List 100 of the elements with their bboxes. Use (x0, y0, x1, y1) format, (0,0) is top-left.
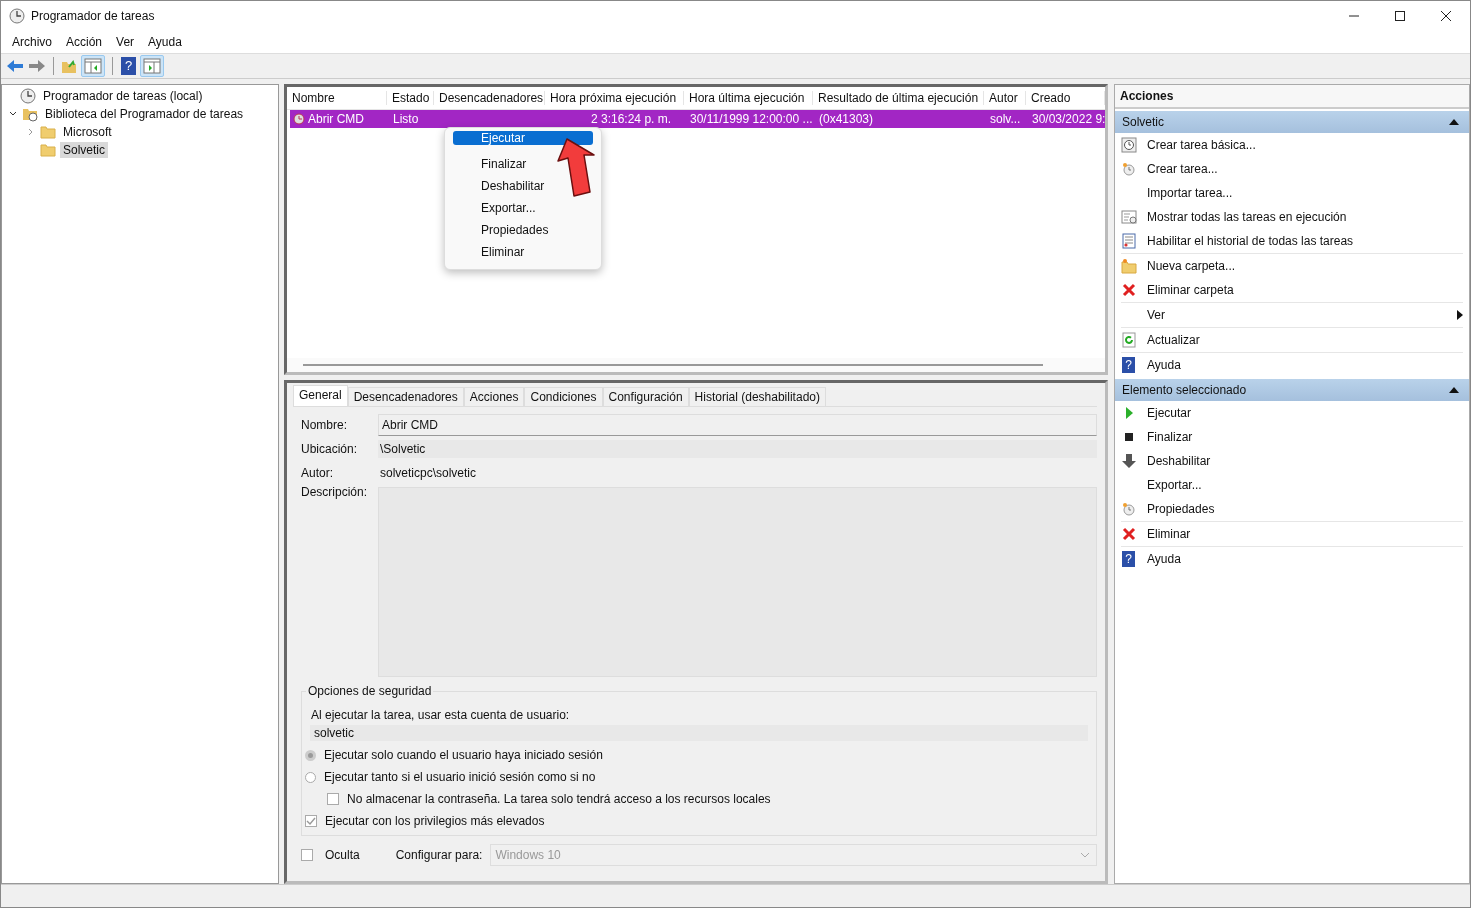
column-header[interactable]: Hora próxima ejecución (545, 91, 684, 105)
context-menu-item[interactable]: Exportar... (453, 197, 593, 219)
chevron-down-icon (1080, 852, 1090, 858)
close-icon[interactable] (1440, 10, 1452, 22)
name-field[interactable]: Abrir CMD (378, 414, 1097, 436)
column-header[interactable]: Estado (387, 91, 434, 105)
folder-icon (40, 142, 56, 158)
column-header[interactable]: Hora última ejecución (684, 91, 813, 105)
table-cell: 30/03/2022 9: (1032, 112, 1106, 126)
option-label: Ejecutar solo cuando el usuario haya iniciado sesión (324, 748, 603, 762)
menu-item[interactable]: Ver (109, 35, 142, 49)
down-arrow-icon (1121, 453, 1137, 469)
action-item[interactable]: Mostrar todas las tareas en ejecución (1147, 210, 1463, 224)
column-header[interactable]: Autor (984, 91, 1026, 105)
radio-button[interactable] (305, 749, 316, 761)
clock-icon (1121, 501, 1137, 517)
action-item[interactable]: Ejecutar (1147, 406, 1463, 420)
clock-icon (1121, 161, 1137, 177)
panel-icon[interactable] (81, 55, 105, 77)
tree-item[interactable]: Programador de tareas (local) (40, 88, 206, 104)
maximize-icon[interactable] (1394, 10, 1406, 22)
section-title: Elemento seleccionado (1122, 383, 1247, 397)
column-header[interactable]: Desencadenadores (434, 91, 545, 105)
section-header[interactable]: Elemento seleccionado (1115, 379, 1469, 401)
option-label: Ejecutar tanto si el usuario inició sesión como si no (324, 770, 596, 784)
scrollbar-thumb[interactable] (303, 364, 1043, 366)
checkbox[interactable] (301, 849, 313, 861)
task-row[interactable]: Abrir CMD Listo 2 3:16:24 p. m. 30/11/1999 12:00:00 ... (0x41303) solv... 30/03/2022 9: (290, 110, 1105, 128)
action-item[interactable]: Crear tarea... (1147, 162, 1463, 176)
action-item[interactable]: Actualizar (1147, 333, 1463, 347)
action-item[interactable]: Ver (1147, 308, 1447, 322)
tree-item[interactable]: Biblioteca del Programador de tareas (42, 106, 247, 122)
table-cell: (0x41303) (819, 112, 874, 126)
option-label: No almacenar la contraseña. La tarea solo tendrá acceso a los recursos locales (347, 792, 771, 806)
context-menu-item[interactable]: Propiedades (453, 219, 593, 241)
folder-up-icon[interactable] (61, 58, 77, 74)
menu-item[interactable]: Ayuda (141, 35, 189, 49)
tab[interactable]: Historial (deshabilitado) (688, 387, 826, 406)
checkbox[interactable] (305, 815, 317, 827)
action-item[interactable]: Nueva carpeta... (1147, 259, 1463, 273)
pane-header: Acciones (1115, 85, 1469, 109)
location-field: \Solvetic (378, 440, 1097, 458)
action-item[interactable]: Finalizar (1147, 430, 1463, 444)
collapse-arrow-icon[interactable] (1449, 119, 1459, 125)
tab[interactable]: Desencadenadores (347, 387, 464, 406)
action-item[interactable]: Eliminar carpeta (1147, 283, 1463, 297)
tab[interactable]: Condiciones (524, 387, 603, 406)
delete-icon (1121, 526, 1137, 542)
folder-clock-icon (22, 106, 38, 122)
tree-item[interactable]: Solvetic (60, 142, 109, 158)
tab[interactable]: Acciones (463, 387, 525, 406)
section-header[interactable]: Solvetic (1115, 111, 1469, 133)
action-item[interactable]: Exportar... (1147, 478, 1463, 492)
back-arrow-icon[interactable] (6, 59, 24, 73)
delete-icon (1121, 282, 1137, 298)
action-item[interactable]: Deshabilitar (1147, 454, 1463, 468)
action-item[interactable]: Propiedades (1147, 502, 1463, 516)
context-menu-item[interactable]: Ejecutar (453, 131, 593, 145)
checkbox[interactable] (327, 793, 339, 805)
account-label: Al ejecutar la tarea, usar esta cuenta de usuario: (310, 708, 571, 722)
table-cell: 30/11/1999 12:00:00 ... (690, 112, 813, 126)
field-label: Ubicación: (301, 442, 359, 456)
account-field: solvetic (310, 725, 1088, 741)
help-icon: ? (1122, 357, 1135, 373)
context-menu-item[interactable]: Deshabilitar (453, 175, 593, 197)
author-value: solveticpc\solvetic (379, 466, 477, 480)
action-item[interactable]: Eliminar (1147, 527, 1463, 541)
submenu-arrow-icon (1457, 310, 1463, 320)
option-label: Oculta (325, 848, 360, 862)
menu-item[interactable]: Acción (59, 35, 110, 49)
action-item[interactable]: Importar tarea... (1147, 186, 1463, 200)
menu-item[interactable]: Archivo (5, 35, 59, 49)
table-cell: solv... (990, 112, 1021, 126)
table-cell-text: 2 3:16:24 p. m. (590, 112, 672, 126)
column-header[interactable]: Nombre (287, 91, 387, 105)
action-item[interactable]: Habilitar el historial de todas las tareas (1147, 234, 1463, 248)
help-icon[interactable]: ? (121, 57, 136, 75)
radio-button[interactable] (305, 771, 316, 783)
tab[interactable]: Configuración (602, 387, 689, 406)
field-label: Autor: (301, 466, 334, 480)
tab[interactable]: General (293, 385, 348, 406)
column-header[interactable]: Creado (1026, 91, 1105, 105)
panel-icon[interactable] (140, 55, 164, 77)
forward-arrow-icon[interactable] (28, 59, 46, 73)
table-cell: Abrir CMD (308, 112, 364, 126)
collapse-arrow-icon[interactable] (1449, 387, 1459, 393)
action-item[interactable]: Ayuda (1147, 358, 1463, 372)
context-menu-item[interactable]: Eliminar (453, 241, 593, 263)
clock-icon (9, 8, 25, 24)
context-menu-item[interactable]: Finalizar (453, 153, 593, 175)
refresh-icon (1121, 332, 1137, 348)
option-label: Ejecutar con los privilegios más elevados (325, 814, 545, 828)
section-title: Solvetic (1122, 115, 1165, 129)
action-item[interactable]: Crear tarea básica... (1147, 138, 1463, 152)
window-title: Programador de tareas (31, 9, 155, 23)
tree-item[interactable]: Microsoft (60, 124, 115, 140)
column-header[interactable]: Resultado de última ejecución (813, 91, 984, 105)
group-title: Opciones de seguridad (306, 684, 434, 698)
field-label: Configurar para: (395, 848, 483, 862)
action-item[interactable]: Ayuda (1147, 552, 1463, 566)
